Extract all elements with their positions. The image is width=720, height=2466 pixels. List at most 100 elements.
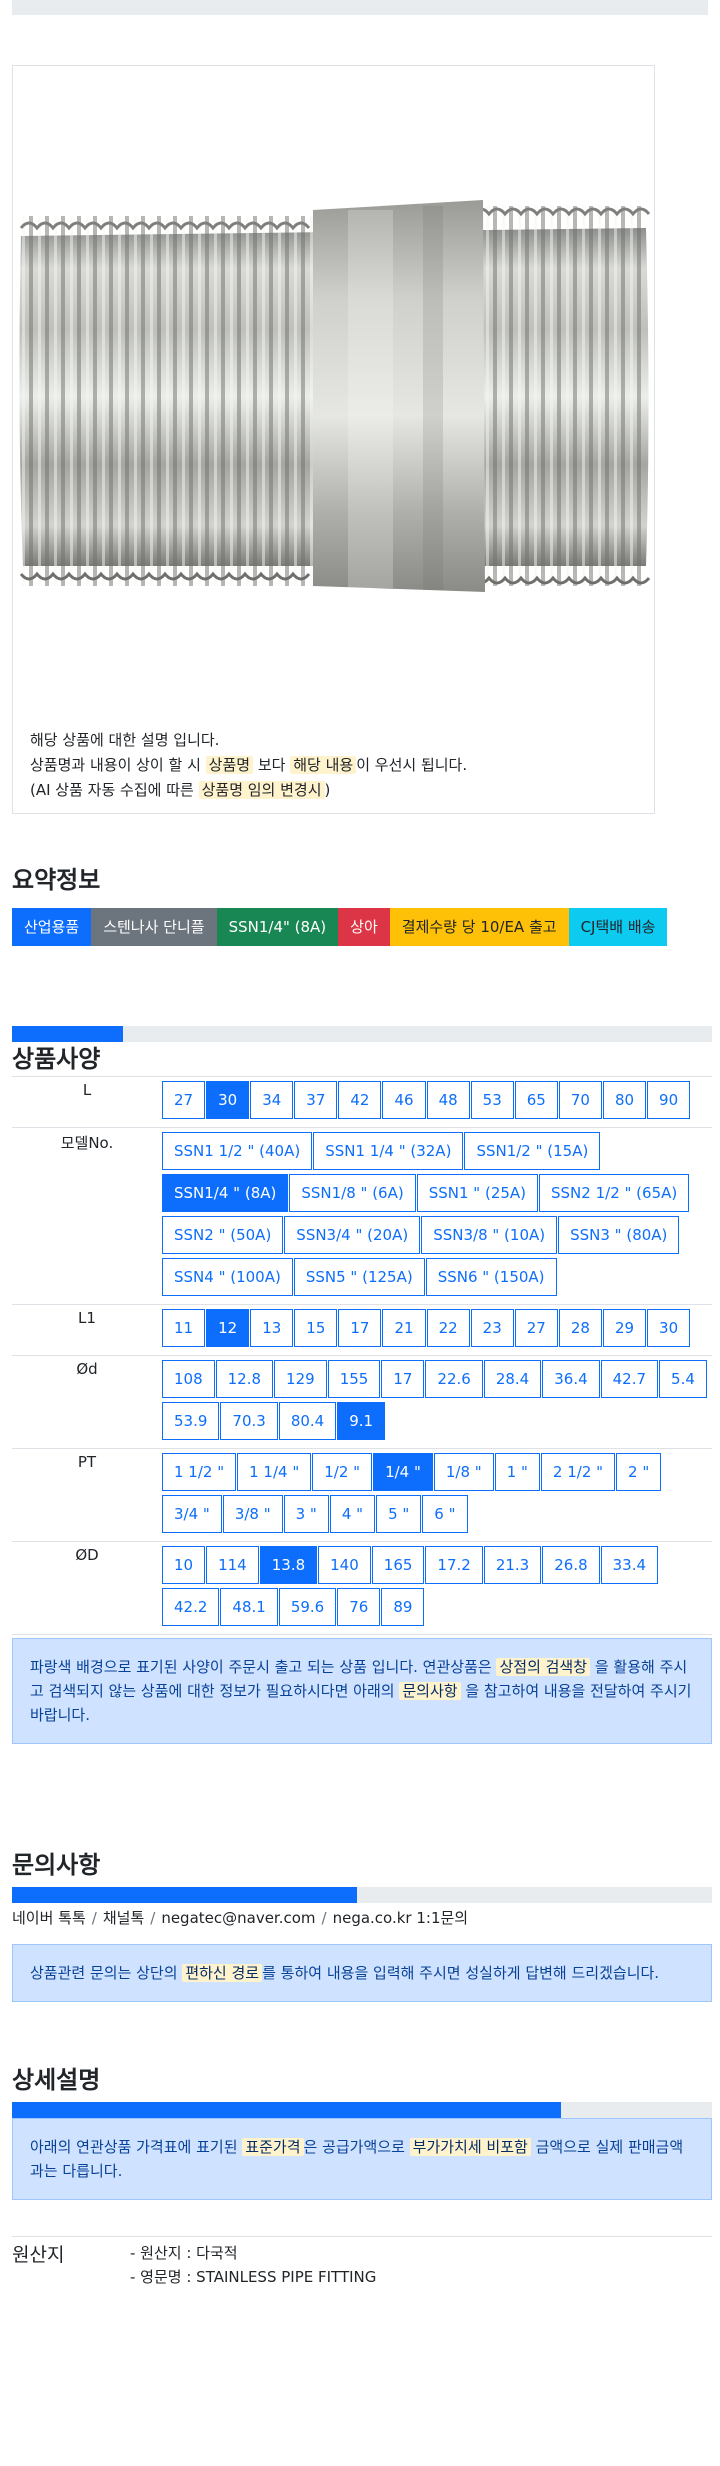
spec-option-button[interactable]: 22 xyxy=(426,1309,470,1347)
product-image-card: 해당 상품에 대한 설명 입니다. 상품명과 내용이 상이 할 시 상품명 보다… xyxy=(12,65,655,814)
spec-option-button[interactable]: 36.4 xyxy=(542,1360,600,1398)
spec-option-button[interactable]: 2 1/2 " xyxy=(540,1453,616,1491)
spec-option-button[interactable]: 37 xyxy=(294,1081,338,1119)
spec-option-button[interactable]: SSN3 " (80A) xyxy=(558,1216,680,1254)
spec-option-button[interactable]: 1 1/4 " xyxy=(237,1453,312,1491)
spec-option-button[interactable]: 17 xyxy=(338,1309,382,1347)
spec-option-button[interactable]: 5 " xyxy=(376,1495,422,1533)
spec-option-button[interactable]: 46 xyxy=(382,1081,426,1119)
inquiry-link[interactable]: 채널톡 xyxy=(103,1909,144,1927)
spec-option-button[interactable]: 11 xyxy=(162,1309,206,1347)
spec-option-button[interactable]: 28 xyxy=(558,1309,602,1347)
spec-option-button[interactable]: SSN3/8 " (10A) xyxy=(421,1216,558,1254)
spec-table: L 27 30 34 37 42 46 48 53 65 70 80 90 모델No. SSN1 1/2 "… xyxy=(12,1076,712,1635)
notice-text: 은 공급가액으로 xyxy=(303,2138,405,2156)
inquiry-progress-bar xyxy=(12,1887,712,1903)
spec-option-button[interactable]: SSN1/8 " (6A) xyxy=(289,1174,416,1212)
spec-option-button[interactable]: 53.9 xyxy=(162,1402,220,1440)
spec-label: 모델No. xyxy=(60,1134,114,1152)
spec-option-button[interactable]: 29 xyxy=(602,1309,647,1347)
spec-option-button[interactable]: 3 " xyxy=(283,1495,329,1533)
spec-option-button[interactable]: 42.2 xyxy=(162,1588,220,1626)
spec-option-button[interactable]: SSN6 " (150A) xyxy=(425,1258,557,1296)
spec-option-button[interactable]: 28.4 xyxy=(483,1360,542,1398)
spec-option-button[interactable]: 1/8 " xyxy=(433,1453,494,1491)
spec-option-button[interactable]: 12 xyxy=(206,1309,250,1347)
spec-option-button[interactable]: 108 xyxy=(162,1360,215,1398)
spec-option-button[interactable]: 165 xyxy=(371,1546,425,1584)
spec-option-button[interactable]: 26.8 xyxy=(542,1546,600,1584)
spec-option-button[interactable]: SSN5 " (125A) xyxy=(293,1258,425,1296)
inquiry-link[interactable]: nega.co.kr 1:1문의 xyxy=(333,1909,469,1927)
spec-option-button[interactable]: 17 xyxy=(381,1360,425,1398)
spec-option-button[interactable]: SSN1 1/4 " (32A) xyxy=(313,1132,464,1170)
spec-option-button[interactable]: SSN1/2 " (15A) xyxy=(464,1132,601,1170)
inquiry-links: 네이버 톡톡 / 채널톡 / negatec@naver.com / nega.co.kr … xyxy=(12,1907,708,1929)
spec-option-button[interactable]: 3/8 " xyxy=(222,1495,283,1533)
spec-label: L1 xyxy=(78,1309,96,1327)
spec-option-button[interactable]: 70 xyxy=(558,1081,602,1119)
spec-option-button[interactable]: 80 xyxy=(602,1081,647,1119)
spec-option-button[interactable]: 53 xyxy=(470,1081,514,1119)
spec-option-button[interactable]: 5.4 xyxy=(659,1360,707,1398)
top-divider-bar xyxy=(12,0,708,15)
summary-badge: 결제수량 당 10/EA 출고 xyxy=(389,908,569,946)
spec-option-button[interactable]: 1 1/2 " xyxy=(162,1453,237,1491)
spec-option-button[interactable]: 42 xyxy=(338,1081,382,1119)
spec-option-button[interactable]: 80.4 xyxy=(278,1402,337,1440)
spec-option-button[interactable]: 12.8 xyxy=(215,1360,274,1398)
spec-option-button[interactable]: 3/4 " xyxy=(162,1495,222,1533)
spec-option-button[interactable]: 13 xyxy=(250,1309,294,1347)
summary-badge: 스텐나사 단니플 xyxy=(91,908,217,946)
spec-option-button[interactable]: 48 xyxy=(426,1081,470,1119)
spec-option-button[interactable]: 21 xyxy=(382,1309,426,1347)
spec-option-button[interactable]: 27 xyxy=(514,1309,558,1347)
spec-option-button[interactable]: 90 xyxy=(647,1081,691,1119)
spec-option-button[interactable]: SSN2 " (50A) xyxy=(162,1216,284,1254)
description-text: 이 우선시 됩니다. xyxy=(356,756,468,774)
spec-option-button[interactable]: 140 xyxy=(318,1546,371,1584)
spec-option-button[interactable]: 129 xyxy=(274,1360,327,1398)
spec-option-button[interactable]: 27 xyxy=(162,1081,206,1119)
inquiry-link[interactable]: negatec@naver.com xyxy=(161,1909,315,1927)
spec-option-button[interactable]: 76 xyxy=(337,1588,381,1626)
spec-option-button[interactable]: 17.2 xyxy=(425,1546,483,1584)
spec-option-button[interactable]: 1/4 " xyxy=(373,1453,433,1491)
spec-option-button[interactable]: 10 xyxy=(162,1546,206,1584)
spec-option-button[interactable]: SSN2 1/2 " (65A) xyxy=(539,1174,690,1212)
spec-option-button[interactable]: 15 xyxy=(294,1309,338,1347)
spec-option-button[interactable]: 89 xyxy=(381,1588,425,1626)
inquiry-link[interactable]: 네이버 톡톡 xyxy=(12,1909,86,1927)
spec-row: 모델No. SSN1 1/2 " (40A) SSN1 1/4 " (32A) SSN… xyxy=(12,1128,712,1305)
spec-option-button[interactable]: SSN1 1/2 " (40A) xyxy=(162,1132,313,1170)
spec-option-button[interactable]: 30 xyxy=(647,1309,691,1347)
spec-option-button[interactable]: 1 " xyxy=(494,1453,540,1491)
spec-option-button[interactable]: 22.6 xyxy=(425,1360,483,1398)
spec-option-button[interactable]: 59.6 xyxy=(278,1588,337,1626)
spec-option-button[interactable]: 30 xyxy=(206,1081,250,1119)
spec-options: 27 30 34 37 42 46 48 53 65 70 80 90 xyxy=(162,1077,712,1127)
spec-option-button[interactable]: SSN1/4 " (8A) xyxy=(162,1174,289,1212)
spec-option-button[interactable]: 2 " xyxy=(616,1453,662,1491)
summary-badge: 산업용품 xyxy=(12,908,92,946)
spec-option-button[interactable]: 34 xyxy=(250,1081,294,1119)
spec-option-button[interactable]: 21.3 xyxy=(483,1546,542,1584)
spec-option-button[interactable]: 23 xyxy=(470,1309,514,1347)
notice-text: 상품관련 문의는 상단의 xyxy=(30,1964,178,1982)
spec-option-button[interactable]: SSN3/4 " (20A) xyxy=(284,1216,421,1254)
spec-option-button[interactable]: 6 " xyxy=(422,1495,468,1533)
spec-option-button[interactable]: SSN4 " (100A) xyxy=(162,1258,293,1296)
spec-option-button[interactable]: 70.3 xyxy=(220,1402,278,1440)
spec-option-button[interactable]: 42.7 xyxy=(600,1360,659,1398)
spec-option-button[interactable]: 9.1 xyxy=(337,1402,386,1440)
spec-option-button[interactable]: 4 " xyxy=(329,1495,376,1533)
spec-option-button[interactable]: 155 xyxy=(327,1360,381,1398)
spec-option-button[interactable]: 1/2 " xyxy=(312,1453,373,1491)
highlight-text: 해당 내용 xyxy=(290,756,357,774)
spec-option-button[interactable]: SSN1 " (25A) xyxy=(416,1174,539,1212)
spec-option-button[interactable]: 114 xyxy=(206,1546,259,1584)
spec-option-button[interactable]: 48.1 xyxy=(220,1588,278,1626)
spec-option-button[interactable]: 33.4 xyxy=(600,1546,659,1584)
spec-option-button[interactable]: 13.8 xyxy=(259,1546,318,1584)
spec-option-button[interactable]: 65 xyxy=(514,1081,558,1119)
